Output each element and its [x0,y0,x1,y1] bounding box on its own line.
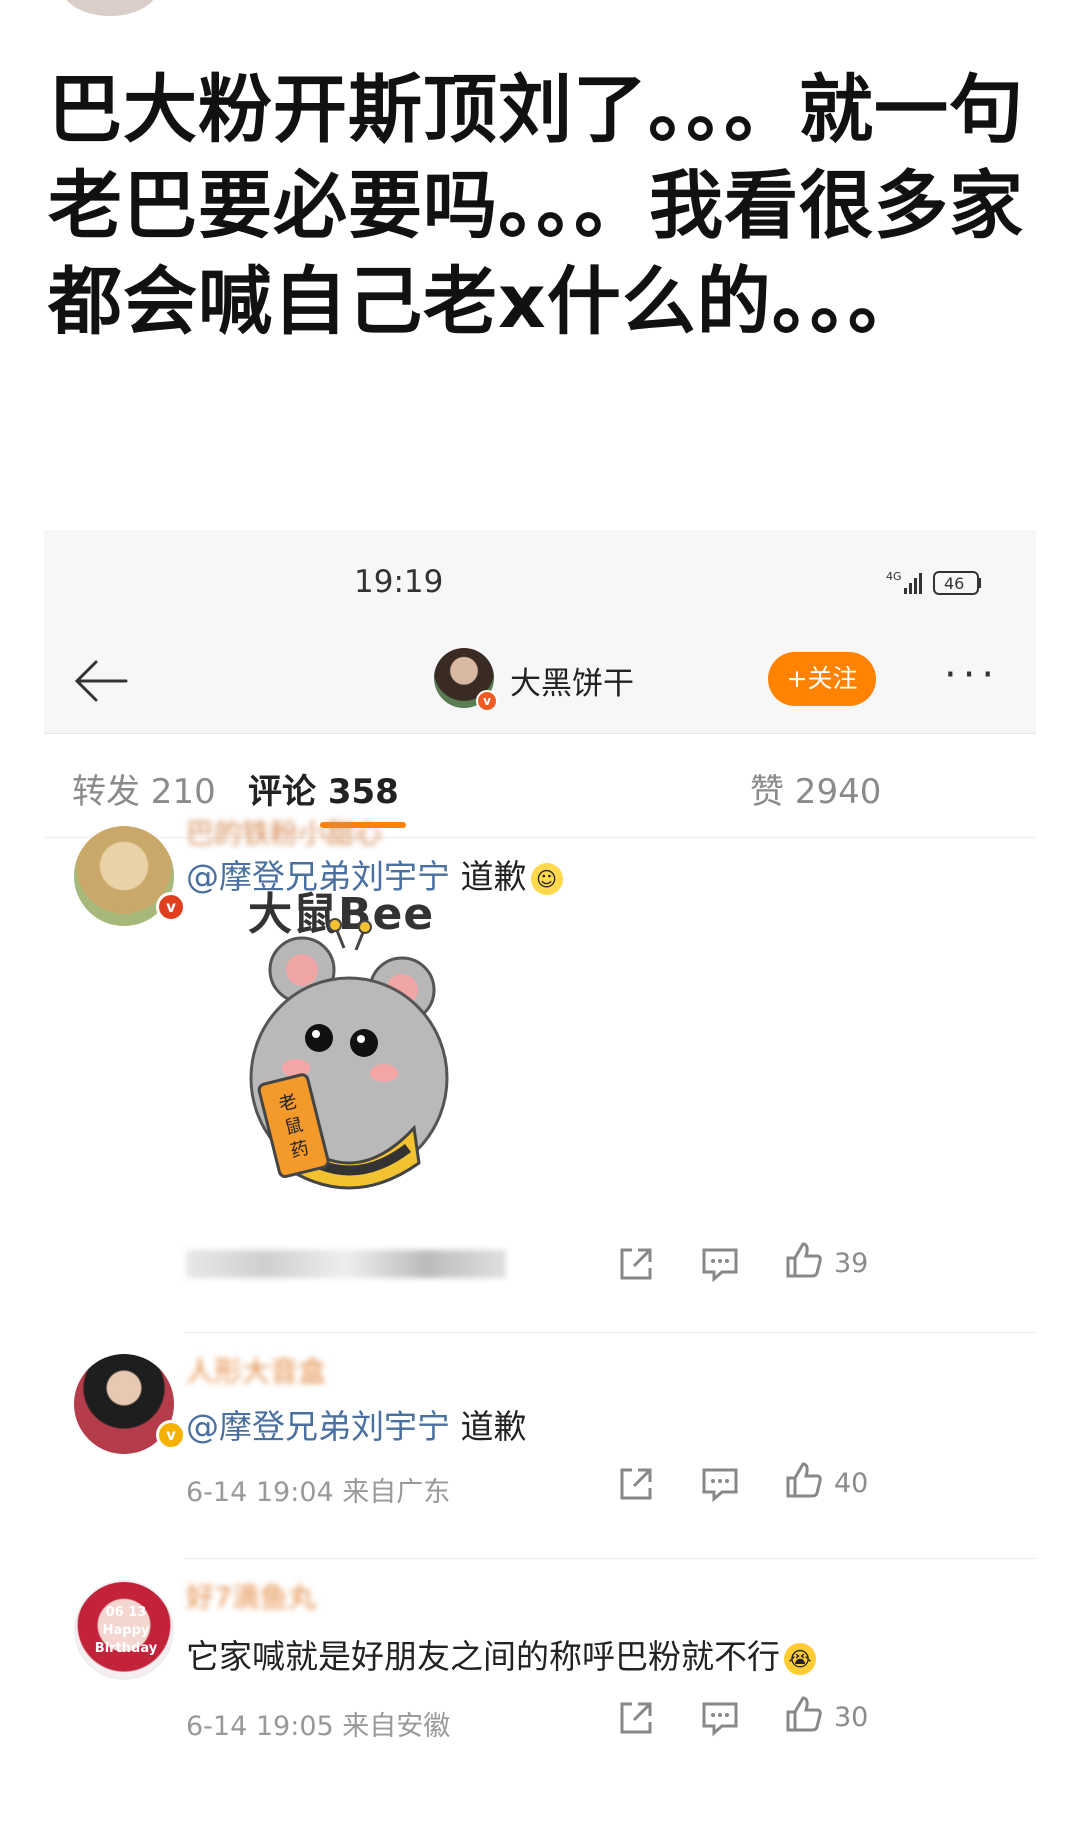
tab-comments[interactable]: 评论 358 [248,764,399,813]
comment-meta: 6-14 19:05 来自安徽 [186,1711,451,1742]
verified-badge-icon: v [476,690,498,712]
author-name[interactable]: 大黑饼干 [510,658,634,703]
comment-text: @摩登兄弟刘宇宁 道歉 [186,1400,527,1448]
tab-reposts[interactable]: 转发 210 [72,764,216,813]
status-bar: 19:19 4G 46 [44,530,1036,626]
avatar-caption: 06 13 Happy Birthday [94,1605,158,1656]
share-icon[interactable] [616,1464,656,1504]
commenter-name[interactable]: 好7滴鱼丸 [186,1576,316,1616]
like-count: 40 [834,1468,869,1499]
like-icon[interactable] [784,1694,824,1734]
comment-body: 道歉 [450,1407,527,1446]
crying-emoji-icon: 😭 [784,1642,816,1675]
comment-divider [184,1332,1036,1333]
share-icon[interactable] [616,1698,656,1738]
post-caption: 巴大粉开斯顶刘了。。。就一句老巴要必要吗。。。我看很多家都会喊自己老x什么的。。… [48,67,1024,345]
commenter-name[interactable]: 巴的铁粉小甜心 [186,812,382,852]
nav-bar: v 大黑饼干 +关注 ··· [44,626,1036,734]
more-options-icon[interactable]: ··· [944,652,1000,698]
back-arrow-icon[interactable] [68,654,138,708]
comment-item: 06 13 Happy Birthday 好7滴鱼丸 它家喊就是好朋友之间的称呼… [44,1576,1036,1796]
reply-icon[interactable] [700,1698,740,1738]
comment-meta-blurred [186,1250,506,1278]
like-icon[interactable] [784,1460,824,1500]
commenter-name[interactable]: 人形大音盒 [186,1350,326,1390]
commenter-avatar[interactable]: 06 13 Happy Birthday [74,1580,174,1680]
tab-likes[interactable]: 赞 2940 [750,764,881,813]
mouse-bee-sticker-image[interactable]: 老 鼠 药 [224,908,474,1208]
network-label: 4G [886,570,902,583]
comment-text: 它家喊就是好朋友之间的称呼巴粉就不行 😭 [186,1630,816,1678]
follow-button[interactable]: +关注 [768,652,876,706]
comment-divider [184,1558,1036,1559]
comment-item: v 人形大音盒 @摩登兄弟刘宇宁 道歉 6-14 19:04 来自广东 40 [44,1350,1036,1530]
verified-badge-icon: v [156,892,186,922]
like-count: 39 [834,1248,869,1279]
comment-body: 道歉 [450,857,527,896]
comment-meta: 6-14 19:04 来自广东 [186,1477,451,1508]
poster-avatar[interactable] [62,0,158,16]
comment-body: 它家喊就是好朋友之间的称呼巴粉就不行 [186,1637,780,1676]
reply-icon[interactable] [700,1464,740,1504]
status-time: 19:19 [354,564,444,600]
battery-level: 46 [944,574,964,593]
reply-icon[interactable] [700,1244,740,1284]
smile-emoji-icon: ☺ [530,862,563,895]
comment-item: v 巴的铁粉小甜心 @摩登兄弟刘宇宁 道歉 ☺ [44,817,1036,1250]
mention-link[interactable]: @摩登兄弟刘宇宁 [186,1407,450,1446]
share-icon[interactable] [616,1244,656,1284]
like-count: 30 [834,1702,869,1733]
verified-badge-icon: v [156,1420,186,1450]
signal-battery-icon: 4G 46 [886,570,981,595]
weibo-screenshot: 19:19 4G 46 v 大黑饼干 +关注 ··· 转发 210 评论 358… [44,530,1036,1821]
like-icon[interactable] [784,1240,824,1280]
